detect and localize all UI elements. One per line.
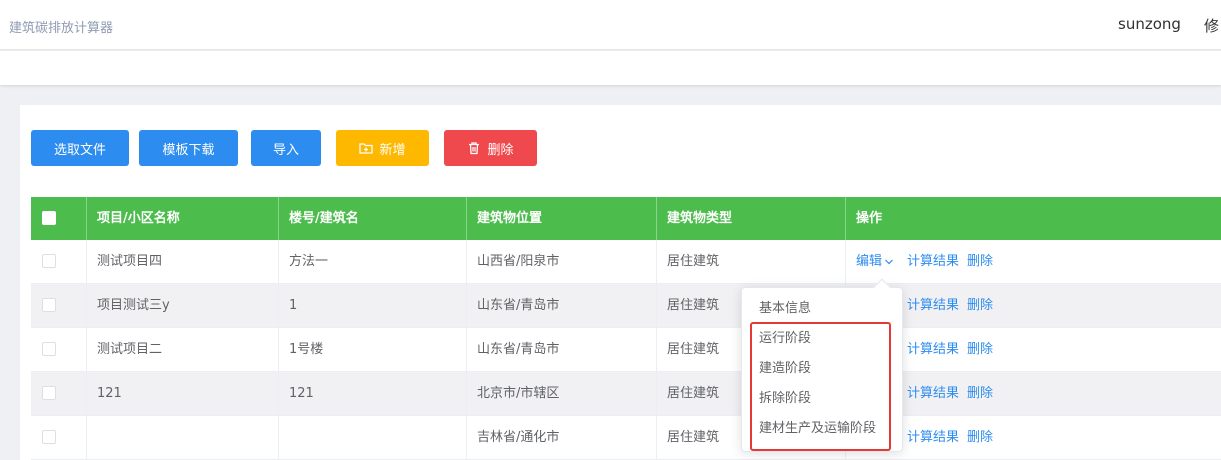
cell-building: 121 — [279, 372, 467, 416]
top-header: 建筑碳排放计算器 sunzong 修 — [0, 0, 1221, 50]
calc-result-link[interactable]: 计算结果 — [907, 416, 959, 460]
column-header-actions: 操作 — [856, 211, 883, 226]
app-title: 建筑碳排放计算器 — [9, 21, 114, 36]
template-download-label: 模板下载 — [162, 142, 215, 158]
edit-label: 编辑 — [856, 254, 883, 269]
template-download-button[interactable]: 模板下载 — [139, 130, 238, 166]
user-menu-link[interactable]: 修 — [1204, 15, 1219, 36]
cell-project: 测试项目二 — [87, 328, 279, 372]
select-all-checkbox[interactable] — [42, 211, 56, 225]
column-header-type[interactable]: 建筑物类型 — [657, 197, 846, 240]
row-checkbox[interactable] — [42, 254, 56, 268]
cell-building: 1 — [279, 284, 467, 328]
row-delete-link[interactable]: 删除 — [967, 328, 993, 372]
sub-header-bar — [0, 51, 1221, 85]
edit-dropdown-link[interactable]: 编辑 — [856, 240, 898, 284]
calc-result-link[interactable]: 计算结果 — [907, 240, 959, 284]
user-name[interactable]: sunzong — [1118, 15, 1181, 33]
calc-result-link[interactable]: 计算结果 — [907, 372, 959, 416]
import-button[interactable]: 导入 — [251, 130, 321, 166]
table-row: 吉林省/通化市 居住建筑 计算结果 删除 — [31, 416, 1221, 460]
table-header: 项目/小区名称 楼号/建筑名 建筑物位置 建筑物类型 操作 — [31, 197, 1221, 240]
cell-actions — [846, 240, 1221, 284]
calc-result-link[interactable]: 计算结果 — [907, 284, 959, 328]
delete-button[interactable]: 删除 — [444, 130, 537, 166]
row-checkbox[interactable] — [42, 342, 56, 356]
delete-label: 删除 — [487, 142, 514, 158]
menu-item-basic-info[interactable]: 基本信息 — [742, 294, 902, 324]
cell-project: 测试项目四 — [87, 240, 279, 284]
cell-location: 山东省/青岛市 — [467, 284, 657, 328]
row-checkbox[interactable] — [42, 386, 56, 400]
cell-project: 项目测试三y — [87, 284, 279, 328]
cell-building — [279, 416, 467, 460]
column-header-project[interactable]: 项目/小区名称 — [87, 197, 279, 240]
cell-building: 1号楼 — [279, 328, 467, 372]
add-button[interactable]: 新增 — [336, 130, 429, 166]
cell-location: 山东省/青岛市 — [467, 328, 657, 372]
menu-item-demolition-stage[interactable]: 拆除阶段 — [742, 384, 902, 414]
row-delete-link[interactable]: 删除 — [967, 416, 993, 460]
table-row: 测试项目四 方法一 山西省/阳泉市 居住建筑 编辑 计算结果 删除 — [31, 240, 1221, 284]
menu-item-construction-stage[interactable]: 建造阶段 — [742, 354, 902, 384]
cell-location: 北京市/市辖区 — [467, 372, 657, 416]
header-checkbox-cell — [31, 197, 87, 240]
calc-result-link[interactable]: 计算结果 — [907, 328, 959, 372]
table-row: 121 121 北京市/市辖区 居住建筑 计算结果 删除 — [31, 372, 1221, 416]
import-label: 导入 — [272, 142, 299, 158]
cell-location: 吉林省/通化市 — [467, 416, 657, 460]
table-row: 项目测试三y 1 山东省/青岛市 居住建筑 计算结果 删除 — [31, 284, 1221, 328]
folder-add-icon — [359, 143, 374, 154]
row-checkbox[interactable] — [42, 430, 56, 444]
select-file-button[interactable]: 选取文件 — [31, 130, 129, 166]
row-checkbox-cell — [31, 416, 87, 460]
cell-project: 121 — [87, 372, 279, 416]
cell-building: 方法一 — [279, 240, 467, 284]
column-header-location[interactable]: 建筑物位置 — [467, 197, 657, 240]
edit-dropdown-menu: 基本信息 运行阶段 建造阶段 拆除阶段 建材生产及运输阶段 — [741, 278, 903, 452]
chevron-down-icon — [885, 259, 893, 264]
column-header-building[interactable]: 楼号/建筑名 — [279, 197, 467, 240]
row-delete-link[interactable]: 删除 — [967, 284, 993, 328]
cell-type: 居住建筑 — [657, 240, 846, 284]
row-checkbox-cell — [31, 240, 87, 284]
table-row: 测试项目二 1号楼 山东省/青岛市 居住建筑 计算结果 删除 — [31, 328, 1221, 372]
add-label: 新增 — [379, 142, 406, 158]
cell-location: 山西省/阳泉市 — [467, 240, 657, 284]
menu-item-material-production-stage[interactable]: 建材生产及运输阶段 — [742, 414, 902, 444]
row-checkbox-cell — [31, 328, 87, 372]
row-checkbox[interactable] — [42, 298, 56, 312]
menu-item-operation-stage[interactable]: 运行阶段 — [742, 324, 902, 354]
row-delete-link[interactable]: 删除 — [967, 372, 993, 416]
trash-icon — [469, 142, 480, 155]
select-file-label: 选取文件 — [53, 142, 106, 158]
row-checkbox-cell — [31, 284, 87, 328]
row-checkbox-cell — [31, 372, 87, 416]
cell-project — [87, 416, 279, 460]
row-delete-link[interactable]: 删除 — [967, 240, 993, 284]
